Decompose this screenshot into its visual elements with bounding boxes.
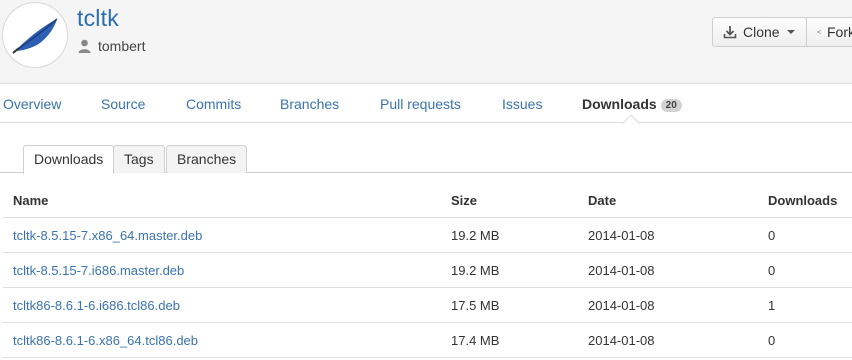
downloads-table: Name Size Date Downloads tcltk-8.5.15-7.… (3, 183, 852, 358)
file-date: 2014-01-08 (588, 298, 655, 313)
file-size: 19.2 MB (451, 263, 500, 278)
tab-overview[interactable]: Overview (3, 96, 61, 112)
file-link[interactable]: tcltk-8.5.15-7.x86_64.master.deb (13, 228, 202, 243)
header-date[interactable]: Date (588, 193, 616, 208)
file-link[interactable]: tcltk86-8.6.1-6.x86_64.tcl86.deb (13, 333, 198, 348)
header-downloads[interactable]: Downloads (768, 193, 837, 208)
table-header-row: Name Size Date Downloads (3, 183, 852, 218)
file-size: 17.4 MB (451, 333, 500, 348)
downloads-count-badge: 20 (660, 99, 682, 112)
table-row: tcltk-8.5.15-7.i686.master.deb 19.2 MB 2… (3, 253, 852, 288)
table-row: tcltk86-8.6.1-6.x86_64.tcl86.deb 17.4 MB… (3, 323, 852, 358)
file-date: 2014-01-08 (588, 263, 655, 278)
chevron-down-icon (786, 30, 795, 34)
file-date: 2014-01-08 (588, 333, 655, 348)
tab-pull-requests[interactable]: Pull requests (380, 96, 461, 112)
tab-issues[interactable]: Issues (502, 96, 542, 112)
file-download-count: 0 (768, 228, 776, 243)
tab-downloads[interactable]: Downloads 20 (582, 96, 682, 112)
tab-source[interactable]: Source (101, 96, 145, 112)
subtab-downloads[interactable]: Downloads (23, 145, 115, 174)
feather-avatar-icon (12, 18, 58, 54)
file-download-count: 0 (768, 263, 776, 278)
header-size[interactable]: Size (451, 193, 477, 208)
clone-label: Clone (743, 24, 780, 40)
repo-nav: Overview Source Commits Branches Pull re… (0, 84, 852, 123)
downloads-subtabs: Downloads Tags Branches (0, 145, 852, 174)
owner-name: tombert (98, 38, 146, 54)
tab-branches[interactable]: Branches (280, 96, 339, 112)
file-download-count: 0 (768, 333, 776, 348)
file-size: 17.5 MB (451, 298, 500, 313)
header-name[interactable]: Name (13, 193, 48, 208)
tab-downloads-label: Downloads (582, 96, 657, 112)
table-row: tcltk86-8.6.1-6.i686.tcl86.deb 17.5 MB 2… (3, 288, 852, 323)
repo-header: tcltk tombert Clone Fork (0, 0, 852, 84)
user-icon (78, 39, 91, 53)
table-row: tcltk-8.5.15-7.x86_64.master.deb 19.2 MB… (3, 218, 852, 253)
file-download-count: 1 (768, 298, 776, 313)
repo-title[interactable]: tcltk (77, 5, 119, 32)
subtab-tags[interactable]: Tags (113, 145, 165, 173)
fork-label: Fork (827, 24, 852, 40)
file-size: 19.2 MB (451, 228, 500, 243)
clone-button[interactable]: Clone (712, 17, 807, 47)
file-link[interactable]: tcltk86-8.6.1-6.i686.tcl86.deb (13, 298, 180, 313)
download-icon (723, 26, 737, 39)
file-link[interactable]: tcltk-8.5.15-7.i686.master.deb (13, 263, 184, 278)
fork-icon (817, 30, 821, 34)
fork-button[interactable]: Fork (806, 17, 852, 47)
tab-commits[interactable]: Commits (186, 96, 241, 112)
repo-owner[interactable]: tombert (78, 38, 145, 54)
file-date: 2014-01-08 (588, 228, 655, 243)
subtab-branches[interactable]: Branches (166, 145, 248, 173)
repo-avatar[interactable] (2, 2, 68, 68)
